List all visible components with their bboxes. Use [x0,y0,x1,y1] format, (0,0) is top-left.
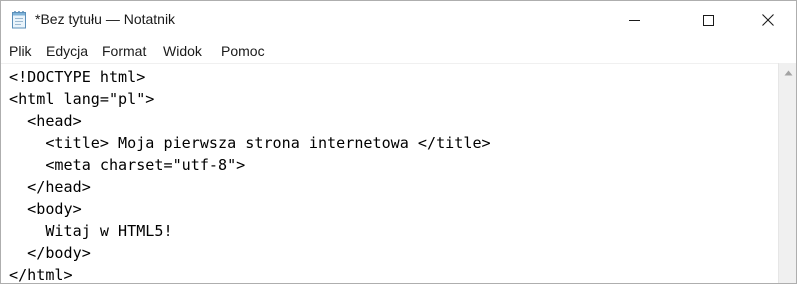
notepad-icon [11,10,28,29]
menu-item-widok[interactable]: Widok [163,43,202,59]
text-editor[interactable]: <!DOCTYPE html> <html lang="pl"> <head> … [1,63,778,284]
close-button[interactable] [745,1,791,39]
maximize-icon [702,14,714,26]
scroll-up-button[interactable] [779,63,796,81]
minimize-button[interactable] [611,1,657,39]
menu-item-format[interactable]: Format [102,43,146,59]
scroll-up-arrow-icon [784,63,793,81]
editor-line: <body> [9,200,82,218]
editor-line: </html> [9,266,73,284]
editor-line: </body> [9,244,91,262]
title-bar[interactable]: *Bez tytułu — Notatnik [1,1,796,39]
editor-line: <head> [9,112,82,130]
menu-item-edycja[interactable]: Edycja [46,43,88,59]
window-title: *Bez tytułu — Notatnik [35,11,176,27]
minimize-icon [628,15,640,26]
editor-line: <meta charset="utf-8"> [9,156,246,174]
editor-line: <!DOCTYPE html> [9,68,146,86]
menu-item-pomoc[interactable]: Pomoc [221,43,265,59]
editor-line: Witaj w HTML5! [9,222,173,240]
editor-line: <title> Moja pierwsza strona internetowa… [9,134,491,152]
close-icon [762,14,774,26]
menu-item-plik[interactable]: Plik [9,43,32,59]
editor-line: </head> [9,178,91,196]
vertical-scrollbar[interactable] [778,63,796,283]
editor-content[interactable]: <!DOCTYPE html> <html lang="pl"> <head> … [9,66,491,284]
editor-line: <html lang="pl"> [9,90,155,108]
menu-bar: Plik Edycja Format Widok Pomoc [1,39,796,63]
maximize-button[interactable] [685,1,731,39]
notepad-window: *Bez tytułu — Notatnik Plik Edycja Forma… [0,0,797,284]
